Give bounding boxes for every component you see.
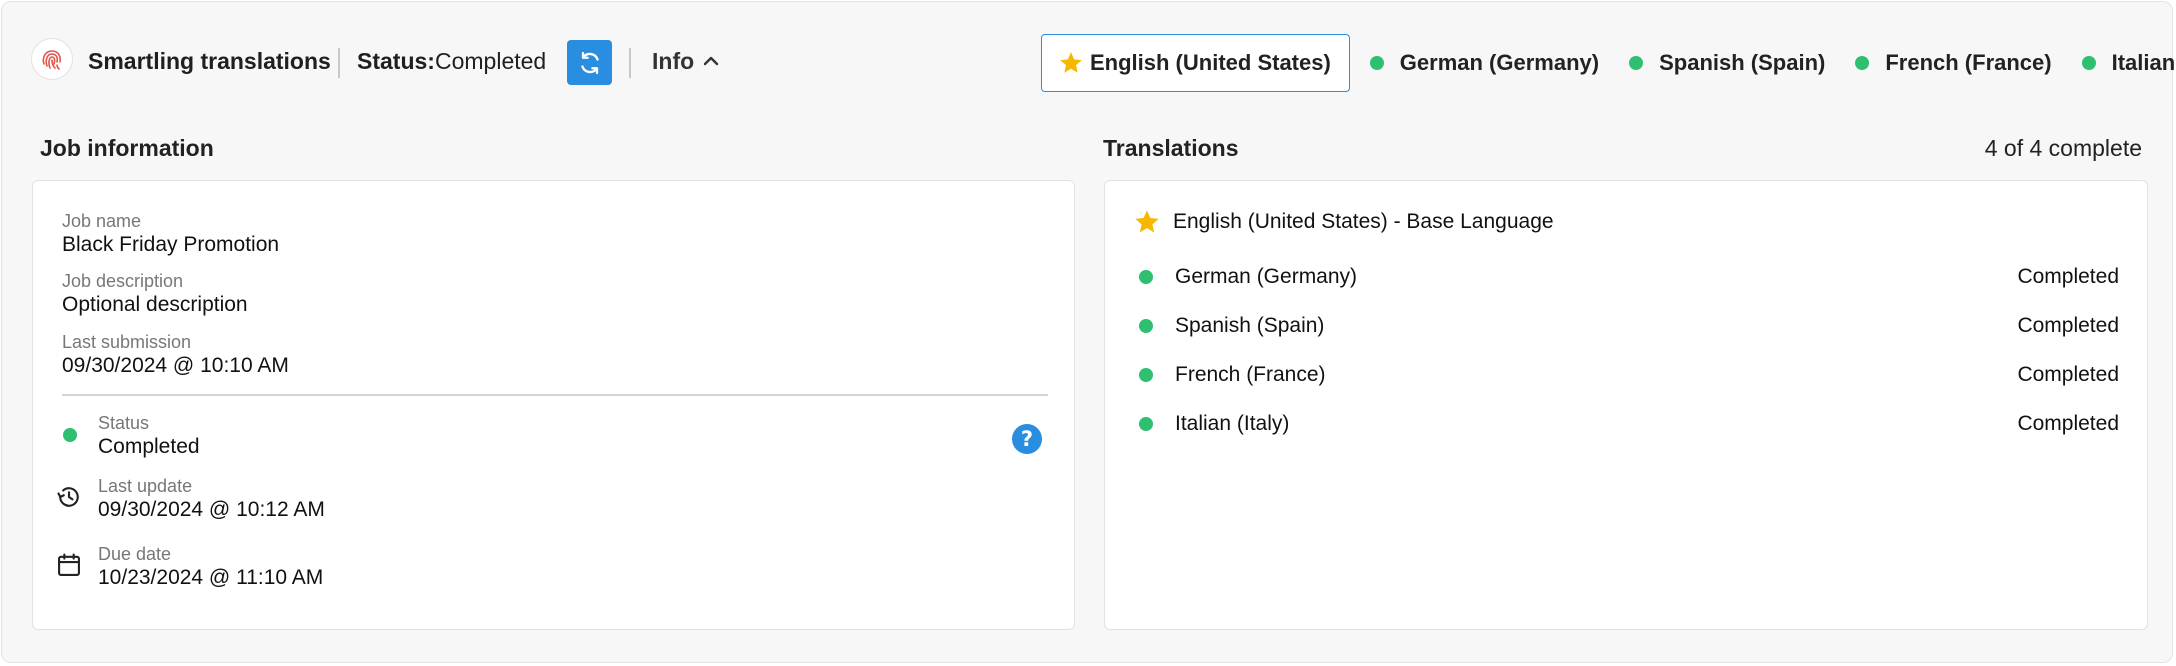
translation-row-french: French (France) Completed xyxy=(1139,360,2119,390)
language-tabs: English (United States) German (Germany)… xyxy=(1041,34,2176,92)
status-value: Completed xyxy=(435,48,547,74)
translation-language: French (France) xyxy=(1175,363,1326,386)
base-language-label: English (United States) - Base Language xyxy=(1173,210,1554,233)
field-label: Due date xyxy=(98,544,172,564)
due-date-field: Due date 10/23/2024 @ 11:10 AM xyxy=(98,543,323,591)
tab-german-germany[interactable]: German (Germany) xyxy=(1360,34,1609,92)
translation-row-italian: Italian (Italy) Completed xyxy=(1139,409,2119,439)
field-value: Optional description xyxy=(62,293,248,316)
field-label: Status xyxy=(98,413,150,433)
tab-label: Italian (Italy) xyxy=(2111,50,2176,75)
smartling-logo-icon xyxy=(31,38,73,80)
status-label: Status: xyxy=(357,48,435,74)
status-dot xyxy=(1139,319,1153,333)
job-information-card: Job name Black Friday Promotion Job desc… xyxy=(32,180,1075,630)
status-dot xyxy=(1139,417,1153,431)
base-language-row: English (United States) - Base Language xyxy=(1133,208,1554,236)
field-value: Black Friday Promotion xyxy=(62,233,280,256)
help-button[interactable]: ? xyxy=(1012,424,1042,454)
status-dot xyxy=(1139,270,1153,284)
info-label: Info xyxy=(652,47,695,74)
app-title: Smartling translations xyxy=(88,48,331,74)
tab-italian-italy[interactable]: Italian (Italy) xyxy=(2072,34,2176,92)
last-update-field: Last update 09/30/2024 @ 10:12 AM xyxy=(98,475,325,523)
field-label: Job description xyxy=(62,271,184,291)
status-field: Status Completed xyxy=(98,412,200,460)
last-submission-field: Last submission 09/30/2024 @ 10:10 AM xyxy=(62,331,289,379)
job-information-title: Job information xyxy=(40,135,214,161)
header-divider xyxy=(629,48,631,78)
status-dot xyxy=(1139,368,1153,382)
star-icon xyxy=(1135,210,1159,233)
tab-label: Spanish (Spain) xyxy=(1659,50,1826,75)
field-value: Completed xyxy=(98,435,200,458)
smartling-panel: Smartling translations Status: Completed… xyxy=(1,1,2176,663)
status-dot xyxy=(1369,56,1384,70)
star-icon xyxy=(1060,52,1082,73)
chevron-up-icon xyxy=(703,56,719,66)
translation-status: Completed xyxy=(2017,314,2119,337)
translation-status: Completed xyxy=(2017,363,2119,386)
status-dot xyxy=(2081,56,2096,70)
divider xyxy=(62,394,1048,396)
status-dot xyxy=(63,428,77,442)
tab-english-united-states[interactable]: English (United States) xyxy=(1041,34,1350,92)
field-label: Job name xyxy=(62,211,142,231)
translations-card: English (United States) - Base Language … xyxy=(1104,180,2148,630)
translation-row-spanish: Spanish (Spain) Completed xyxy=(1139,311,2119,341)
tab-french-france[interactable]: French (France) xyxy=(1845,34,2061,92)
translation-status: Completed xyxy=(2017,265,2119,288)
status-dot xyxy=(1629,56,1644,70)
translation-status: Completed xyxy=(2017,412,2119,435)
tab-label: German (Germany) xyxy=(1399,50,1600,75)
field-value: 09/30/2024 @ 10:10 AM xyxy=(62,354,289,377)
translation-row-german: German (Germany) Completed xyxy=(1139,262,2119,292)
field-value: 10/23/2024 @ 11:10 AM xyxy=(98,566,324,589)
info-toggle[interactable]: Info xyxy=(652,46,720,76)
history-icon xyxy=(57,487,79,507)
translation-language: Italian (Italy) xyxy=(1175,412,1290,435)
calendar-icon xyxy=(58,553,80,576)
status-dot xyxy=(1855,56,1870,70)
refresh-icon xyxy=(580,51,599,74)
translations-title: Translations xyxy=(1103,135,1239,161)
translations-summary: 4 of 4 complete xyxy=(1984,135,2142,161)
translation-language: German (Germany) xyxy=(1175,265,1358,288)
job-description-field: Job description Optional description xyxy=(62,270,248,318)
tab-label: French (France) xyxy=(1885,50,2052,75)
header-divider xyxy=(338,48,340,78)
help-icon: ? xyxy=(1020,427,1034,451)
tab-spanish-spain[interactable]: Spanish (Spain) xyxy=(1619,34,1835,92)
field-label: Last update xyxy=(98,476,193,496)
translation-language: Spanish (Spain) xyxy=(1175,314,1325,337)
field-value: 09/30/2024 @ 10:12 AM xyxy=(98,498,325,521)
field-label: Last submission xyxy=(62,332,192,352)
job-name-field: Job name Black Friday Promotion xyxy=(62,210,279,258)
tab-label: English (United States) xyxy=(1090,50,1331,75)
refresh-button[interactable] xyxy=(567,40,612,85)
